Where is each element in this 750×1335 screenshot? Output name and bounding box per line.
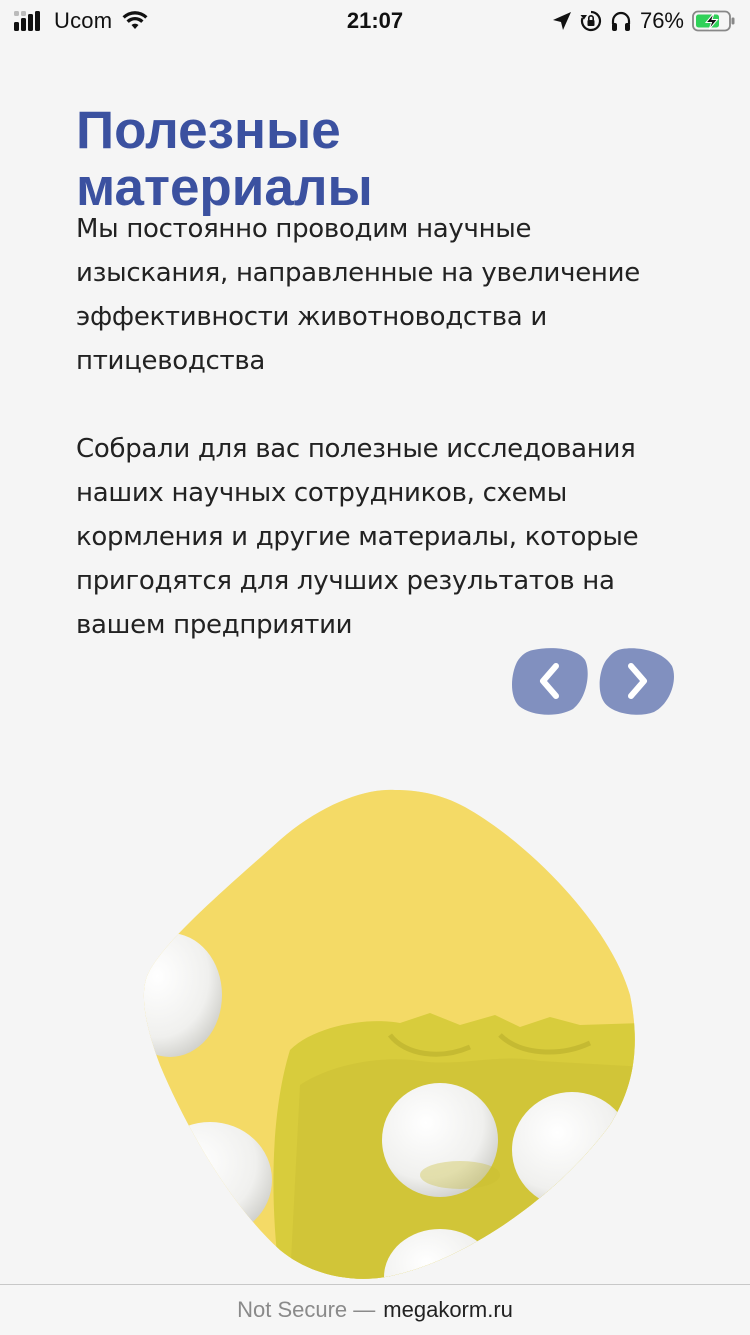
intro-paragraph: Собрали для вас полезные исследования на… — [76, 434, 639, 640]
status-right: 76% — [552, 6, 736, 36]
url-domain: megakorm.ru — [383, 1297, 513, 1322]
prev-slide-button[interactable] — [511, 646, 589, 716]
page-title: Полезные материалы — [76, 101, 373, 217]
intro-paragraph: Мы постоянно проводим научные изыскания,… — [76, 214, 640, 376]
chevron-left-icon — [512, 648, 588, 715]
not-secure-label: Not Secure — — [237, 1297, 376, 1322]
orientation-lock-icon — [580, 10, 602, 32]
headphones-icon — [611, 11, 631, 31]
browser-url-bar[interactable]: Not Secure — megakorm.ru — [0, 1284, 750, 1335]
next-slide-button[interactable] — [598, 646, 676, 716]
status-bar: Ucom 21:07 76% — [0, 0, 750, 44]
battery-charging-icon — [692, 10, 735, 32]
chevron-right-icon — [599, 648, 674, 715]
eggs-hero-image — [143, 789, 635, 1279]
battery-percent: 76% — [639, 8, 684, 33]
intro-text: Мы постоянно проводим научные изыскания,… — [76, 207, 686, 647]
location-arrow-icon — [552, 12, 571, 30]
